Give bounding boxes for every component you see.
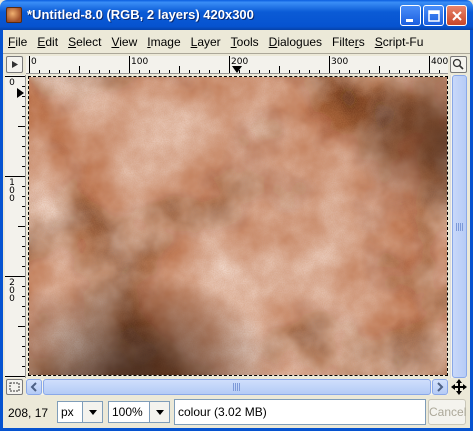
unit-value: px — [61, 405, 74, 419]
menu-filters[interactable]: Filters — [327, 35, 370, 49]
cancel-button[interactable]: Cancel — [428, 399, 466, 425]
close-icon — [452, 11, 462, 21]
window-title: *Untitled-8.0 (RGB, 2 layers) 420x300 — [27, 7, 254, 22]
ruler-label-300: 300 — [331, 57, 349, 67]
vruler-label-0: 0 — [8, 78, 16, 88]
chevron-down-icon[interactable] — [82, 402, 102, 422]
status-message: colour (3.02 MB) — [174, 399, 426, 425]
menu-select[interactable]: Select — [63, 35, 106, 49]
ruler-label-400: 400 — [431, 57, 448, 67]
zoom-selector[interactable]: 100% — [108, 401, 170, 423]
menu-bar: File Edit Select View Image Layer Tools … — [3, 32, 470, 52]
horizontal-scroll-thumb[interactable] — [43, 379, 431, 395]
clouds-texture-image — [29, 77, 447, 375]
navigate-button[interactable] — [450, 378, 468, 396]
vruler-label-200: 200 — [8, 279, 16, 304]
scroll-right-button[interactable] — [432, 379, 448, 395]
image-menu-button[interactable] — [6, 56, 23, 73]
chevron-down-icon[interactable] — [149, 402, 169, 422]
quick-mask-icon — [9, 382, 20, 392]
horizontal-scrollbar[interactable] — [26, 379, 448, 395]
zoom-icon — [452, 58, 464, 70]
image-canvas[interactable] — [28, 76, 448, 376]
vertical-ruler-ticks — [5, 76, 25, 377]
close-button[interactable] — [446, 5, 467, 26]
pointer-position-marker-vertical — [17, 88, 24, 98]
horizontal-scroll-grip — [233, 383, 241, 391]
menu-image[interactable]: Image — [142, 35, 185, 49]
menubar-divider — [3, 53, 470, 54]
zoom-value[interactable]: 100% — [112, 405, 143, 419]
vertical-scroll-grip — [455, 222, 464, 231]
zoom-to-fit-button[interactable] — [450, 56, 467, 73]
vruler-digit: 0 — [9, 78, 15, 88]
vruler-digits-200: 200 — [8, 279, 16, 304]
minimize-button[interactable] — [400, 5, 421, 26]
vruler-digits-100: 100 — [8, 179, 16, 204]
image-menu-icon — [12, 61, 18, 68]
navigate-icon — [451, 379, 467, 395]
ruler-label-0: 0 — [31, 57, 37, 67]
menu-script-fu[interactable]: Script-Fu — [370, 35, 429, 49]
menu-view[interactable]: View — [106, 35, 142, 49]
vertical-scrollbar[interactable] — [450, 75, 467, 378]
minimize-icon — [406, 19, 413, 22]
maximize-button[interactable] — [423, 5, 444, 26]
menu-tools[interactable]: Tools — [226, 35, 264, 49]
menu-layer[interactable]: Layer — [186, 35, 226, 49]
menu-file[interactable]: File — [3, 35, 32, 49]
arrow-left-icon — [30, 382, 37, 392]
pointer-coordinates: 208, 17 — [8, 406, 49, 420]
arrow-right-icon — [437, 382, 444, 392]
pointer-position-marker — [232, 66, 242, 73]
gimp-image-icon[interactable] — [6, 7, 22, 23]
vruler-digits-0: 0 — [8, 78, 16, 88]
maximize-icon — [428, 10, 440, 22]
horizontal-ruler[interactable]: 0 100 200 300 400 — [26, 56, 448, 74]
menu-edit[interactable]: Edit — [32, 35, 63, 49]
scroll-left-button[interactable] — [26, 379, 42, 395]
title-bar[interactable]: *Untitled-8.0 (RGB, 2 layers) 420x300 — [0, 0, 473, 30]
unit-selector[interactable]: px — [57, 401, 103, 423]
ruler-label-100: 100 — [131, 57, 149, 67]
vruler-digit: 0 — [9, 194, 15, 204]
vruler-digit: 0 — [9, 294, 15, 304]
vertical-ruler[interactable]: 0 100 200 — [5, 75, 26, 378]
menu-dialogues[interactable]: Dialogues — [264, 35, 327, 49]
vertical-scroll-thumb[interactable] — [452, 75, 467, 378]
vruler-label-100: 100 — [8, 179, 16, 204]
quick-mask-toggle[interactable] — [6, 379, 23, 395]
